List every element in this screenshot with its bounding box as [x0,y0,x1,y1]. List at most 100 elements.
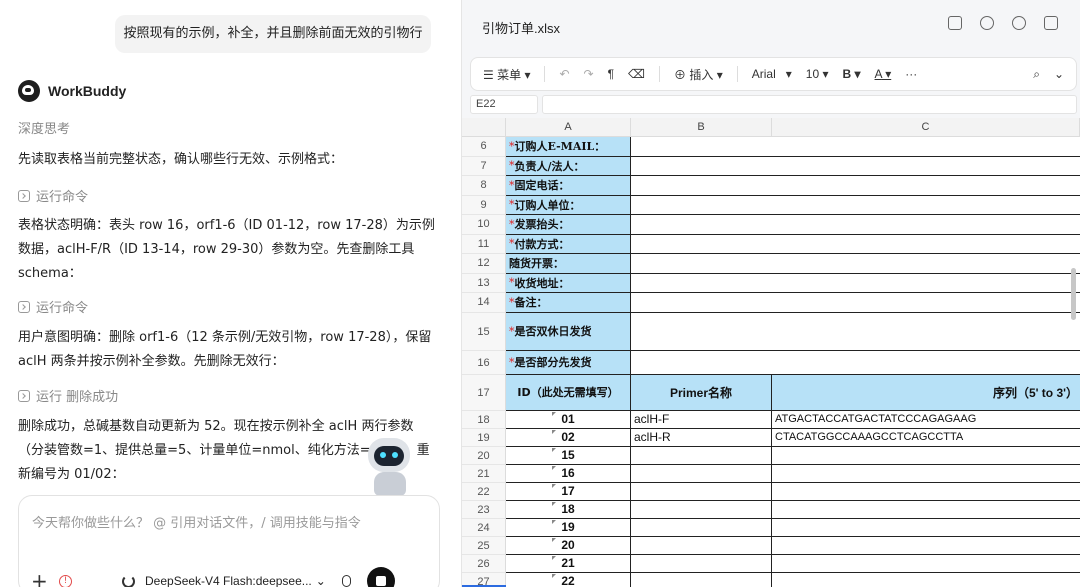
row-number[interactable]: 14 [462,293,506,313]
upload-icon[interactable] [980,16,994,30]
undo-icon[interactable]: ↶ [559,67,569,81]
value-cell[interactable] [631,215,1080,235]
label-cell[interactable]: * 备注： [506,293,631,313]
primer-name-cell[interactable] [631,482,772,501]
row-number[interactable]: 25 [462,536,506,555]
sheet-grid[interactable]: A B C 6 * 订购人E-MAIL： 7 * 负责人/法人： 8 * 固定电话： 9 * 订购人单… [462,118,1080,587]
primer-name-cell[interactable] [631,464,772,483]
row-number[interactable]: 12 [462,254,506,274]
label-cell[interactable]: * 是否部分先发货 [506,350,631,375]
row-number[interactable]: 24 [462,518,506,537]
row-number[interactable]: 7 [462,156,506,176]
sequence-cell[interactable]: CTACATGGCCAAAGCCTCAGCCTTA [772,429,1080,447]
thinking-toggle[interactable]: 深度思考 [18,118,70,137]
header-cell-id[interactable]: ID（此处无需填写） [506,374,631,411]
id-cell[interactable]: 01 [506,410,631,429]
row-number[interactable]: 26 [462,554,506,573]
formula-bar[interactable] [542,95,1077,114]
value-cell[interactable] [631,235,1080,254]
value-cell[interactable] [631,313,1080,351]
chat-composer[interactable]: 今天帮你做些什么？ @ 引用对话文件，/ 调用技能与指令 + ! DeepSee… [18,495,440,587]
sequence-cell[interactable] [772,555,1080,573]
sequence-cell[interactable] [772,483,1080,501]
primer-name-cell[interactable] [631,500,772,519]
column-header-b[interactable]: B [631,118,772,137]
run-command-step[interactable]: 运行 删除成功 [18,386,118,405]
label-cell[interactable]: * 是否双休日发货 [506,312,631,351]
bold-button[interactable]: B ▾ [843,67,861,81]
row-number[interactable]: 10 [462,215,506,235]
header-cell-sequence[interactable]: 序列（5' to 3'） [772,374,1080,411]
value-cell[interactable] [631,196,1080,215]
add-attachment-icon[interactable]: + [31,569,51,587]
id-cell[interactable]: 19 [506,518,631,537]
model-selector[interactable]: DeepSeek-V4 Flash:deepsee... ⌄ [145,574,326,587]
value-cell[interactable] [631,137,1080,157]
label-cell[interactable]: * 收货地址： [506,273,631,293]
warning-icon[interactable]: ! [59,574,72,587]
font-size-select[interactable]: 10 ▾ [806,67,829,81]
label-cell[interactable]: * 固定电话： [506,176,631,196]
id-cell[interactable]: 22 [506,572,631,587]
sequence-cell[interactable] [772,501,1080,519]
label-cell[interactable]: 随货开票： [506,254,631,274]
row-number[interactable]: 20 [462,446,506,465]
redo-icon[interactable]: ↷ [584,67,594,81]
run-command-step[interactable]: 运行命令 [18,186,88,205]
row-number[interactable]: 16 [462,350,506,375]
row-number[interactable]: 6 [462,137,506,157]
folder-icon[interactable] [1044,16,1058,30]
label-cell[interactable]: * 负责人/法人： [506,156,631,176]
primer-name-cell[interactable] [631,446,772,465]
row-number[interactable]: 9 [462,195,506,215]
font-family-select[interactable]: Arial ▾ [752,67,792,81]
primer-name-cell[interactable]: aclH-F [631,410,772,429]
id-cell[interactable]: 21 [506,554,631,573]
header-cell-primer[interactable]: Primer名称 [631,374,772,411]
row-number[interactable]: 17 [462,374,506,411]
row-number[interactable]: 19 [462,428,506,447]
sequence-cell[interactable] [772,537,1080,555]
value-cell[interactable] [631,351,1080,375]
row-number[interactable]: 18 [462,410,506,429]
vertical-scrollbar[interactable] [1071,268,1076,320]
id-cell[interactable]: 16 [506,464,631,483]
row-number[interactable]: 22 [462,482,506,501]
value-cell[interactable] [631,254,1080,274]
row-number[interactable]: 21 [462,464,506,483]
primer-name-cell[interactable]: aclH-R [631,428,772,447]
microphone-icon[interactable] [341,575,351,587]
id-cell[interactable]: 20 [506,536,631,555]
value-cell[interactable] [631,293,1080,313]
value-cell[interactable] [631,274,1080,293]
insert-button[interactable]: ⊕ 插入 ▾ [674,66,723,83]
value-cell[interactable] [631,176,1080,196]
more-options-icon[interactable]: ··· [905,67,917,81]
share-icon[interactable] [1012,16,1026,30]
row-number[interactable]: 11 [462,234,506,254]
sequence-cell[interactable] [772,447,1080,465]
stop-button[interactable] [366,567,395,587]
run-command-step[interactable]: 运行命令 [18,297,88,316]
column-header-c[interactable]: C [772,118,1080,137]
label-cell[interactable]: * 订购人单位： [506,195,631,215]
id-cell[interactable]: 17 [506,482,631,501]
column-header-a[interactable]: A [506,118,631,137]
sequence-cell[interactable] [772,519,1080,537]
row-number[interactable]: 15 [462,312,506,351]
label-cell[interactable]: * 订购人E-MAIL： [506,137,631,157]
select-all-corner[interactable] [462,118,506,137]
search-icon[interactable]: ⌕ [1033,67,1040,82]
font-color-button[interactable]: A ▾ [875,67,892,81]
id-cell[interactable]: 15 [506,446,631,465]
label-cell[interactable]: * 发票抬头： [506,215,631,235]
sequence-cell[interactable]: ATGACTACCATGACTATCCCAGAGAAG [772,411,1080,429]
cell-reference-box[interactable]: E22 [470,95,538,114]
eraser-icon[interactable]: ⌫ [628,67,645,81]
sequence-cell[interactable] [772,573,1080,587]
primer-name-cell[interactable] [631,572,772,587]
format-painter-icon[interactable]: ¶ [608,67,614,81]
primer-name-cell[interactable] [631,536,772,555]
row-number[interactable]: 23 [462,500,506,519]
primer-name-cell[interactable] [631,554,772,573]
